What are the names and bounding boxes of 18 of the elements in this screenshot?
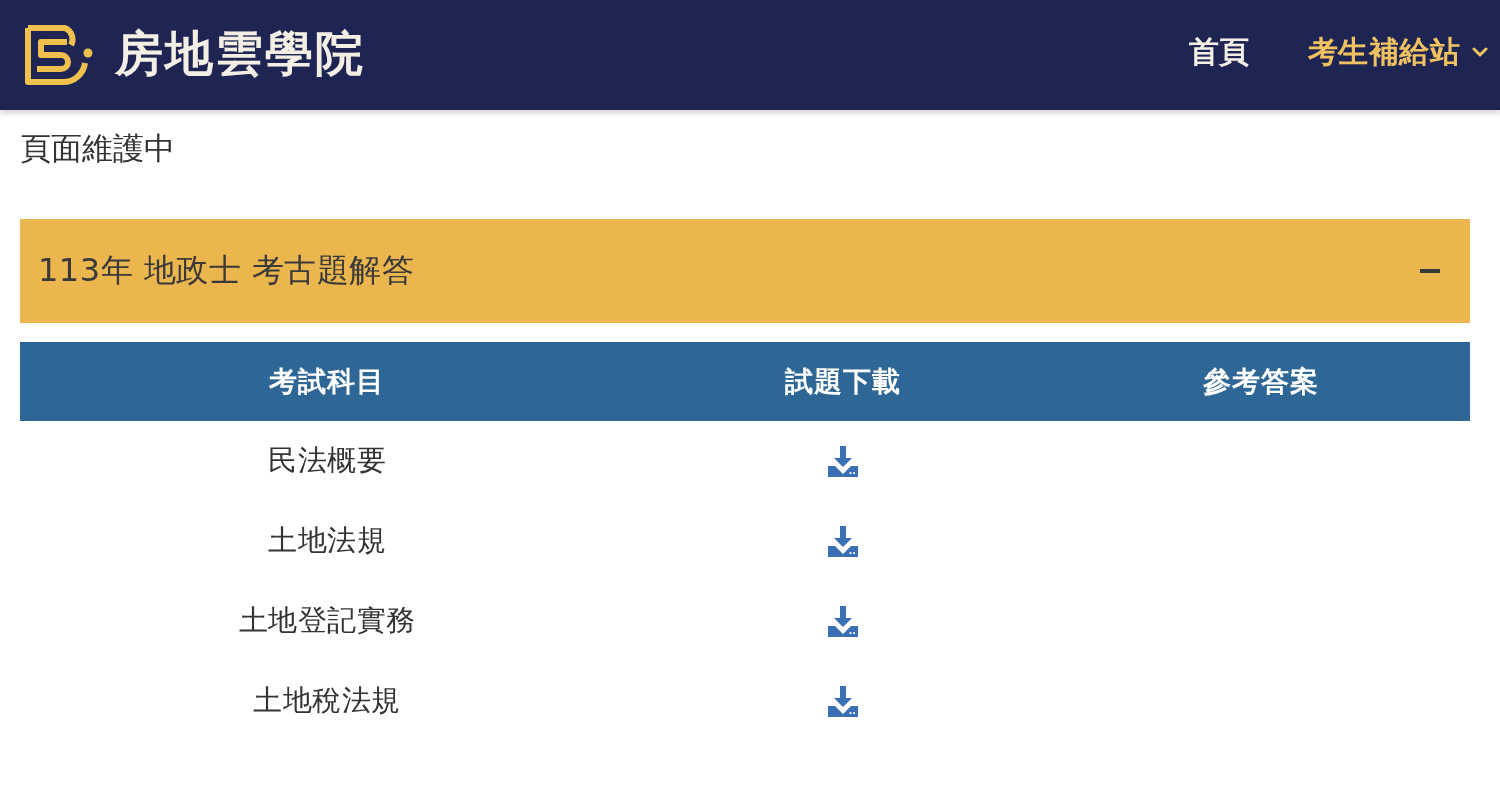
nav-link[interactable]: 首頁 <box>1188 34 1250 70</box>
table-cell: 土地稅法規 <box>253 683 401 718</box>
table-cell: 民法概要 <box>268 443 386 478</box>
column-header: 考試科目 <box>20 342 634 422</box>
download-icon[interactable] <box>827 605 859 637</box>
accordion-header[interactable]: 113年 地政士 考古題解答 <box>20 219 1470 324</box>
download-icon[interactable] <box>827 685 859 717</box>
nav-dropdown[interactable]: 考生補給站 <box>1307 34 1488 70</box>
column-header: 參考答案 <box>1052 342 1470 422</box>
notice-text: 頁面維護中 <box>20 129 175 168</box>
download-icon[interactable] <box>827 445 859 477</box>
chevron-down-icon <box>1472 47 1488 57</box>
logo-icon <box>25 25 93 85</box>
column-header: 試題下載 <box>634 342 1052 422</box>
download-icon[interactable] <box>827 525 859 557</box>
site-name: 房地雲學院 <box>115 26 365 80</box>
table-cell: 土地登記實務 <box>238 603 416 638</box>
table-cell: 土地法規 <box>268 523 386 558</box>
